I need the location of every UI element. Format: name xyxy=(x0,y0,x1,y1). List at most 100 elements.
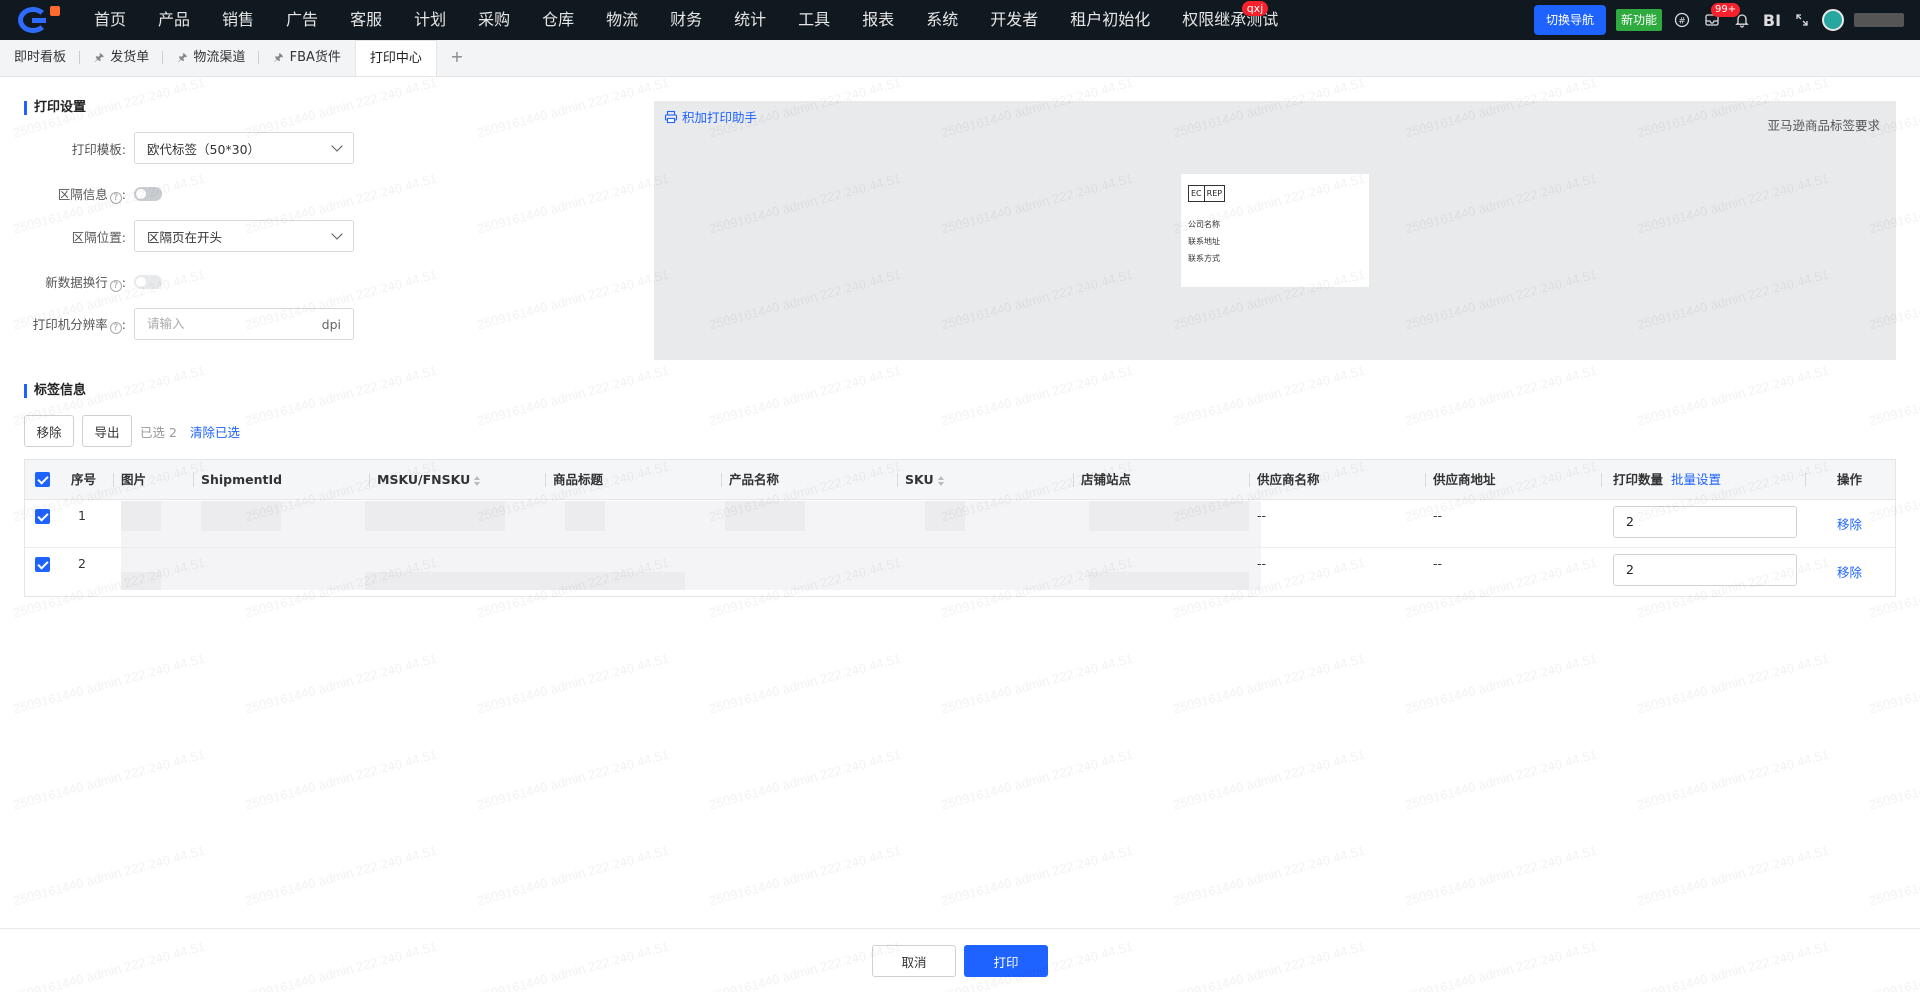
row-remove-link[interactable]: 移除 xyxy=(1837,514,1862,533)
pin-icon[interactable]: 🖈 xyxy=(177,40,187,76)
tab-print-center[interactable]: 打印中心 xyxy=(354,40,437,76)
label-preview-panel: 积加打印助手 亚马逊商品标签要求 EC REP 公司名称 联系地址 联系方式 xyxy=(654,101,1896,360)
separator-position-select[interactable]: 区隔页在开头 xyxy=(134,220,354,252)
row-remove-label: 移除 xyxy=(1837,517,1863,532)
nav-item-service[interactable]: 客服 xyxy=(334,0,398,40)
print-button[interactable]: 打印 xyxy=(964,945,1048,977)
help-icon[interactable]: ? xyxy=(109,280,122,292)
switch-nav-button[interactable]: 切换导航 xyxy=(1533,5,1606,35)
nav-item-home[interactable]: 首页 xyxy=(78,0,142,40)
nav-item-developer[interactable]: 开发者 xyxy=(974,0,1054,40)
sort-icon[interactable] xyxy=(474,475,481,486)
chevron-down-icon xyxy=(331,228,343,240)
pin-icon[interactable]: 🖈 xyxy=(94,40,104,76)
fullscreen-icon[interactable] xyxy=(1792,10,1812,30)
nav-item-system[interactable]: 系统 xyxy=(910,0,974,40)
dpi-input[interactable] xyxy=(147,317,297,331)
nav-item-permission-test[interactable]: 权限继承测试 qxj xyxy=(1166,0,1294,40)
watermark-text: 2509161440 admin 222.240.44.51 xyxy=(243,74,439,141)
export-button[interactable]: 导出 xyxy=(82,415,132,447)
tab-label: 打印中心 xyxy=(369,50,422,66)
nav-item-finance[interactable]: 财务 xyxy=(654,0,718,40)
template-select[interactable]: 欧代标签（50*30） xyxy=(134,132,354,164)
col-print-qty-label: 打印数量 xyxy=(1613,472,1664,487)
help-circle-icon[interactable]: # xyxy=(1672,10,1692,30)
watermark-text: 2509161440 admin 222.240.44.51 xyxy=(1403,746,1599,813)
col-msku-fnsku[interactable]: MSKU/FNSKU xyxy=(377,460,481,500)
nav-item-sales[interactable]: 销售 xyxy=(206,0,270,40)
pin-icon[interactable]: 🖈 xyxy=(273,40,283,76)
newline-label: 新数据换行 xyxy=(45,275,108,290)
label-preview-card: EC REP 公司名称 联系地址 联系方式 xyxy=(1181,174,1369,287)
message-icon[interactable]: 99+ xyxy=(1702,3,1741,30)
tab-shipment-order[interactable]: 🖈 发货单 xyxy=(80,39,164,76)
newline-toggle[interactable] xyxy=(134,275,162,289)
separator-info-toggle[interactable] xyxy=(134,187,162,201)
row-checkbox[interactable] xyxy=(35,557,50,572)
help-icon[interactable]: ? xyxy=(109,192,122,204)
amazon-label-requirements-link[interactable]: 亚马逊商品标签要求 xyxy=(1767,115,1880,134)
watermark-text: 2509161440 admin 222.240.44.51 xyxy=(939,362,1135,429)
tab-dashboard[interactable]: 即时看板 xyxy=(0,39,81,76)
separator-position-value: 区隔页在开头 xyxy=(147,229,223,245)
watermark-text: 2509161440 admin 222.240.44.51 xyxy=(707,362,903,429)
separator-position-label: 区隔位置: xyxy=(71,229,126,245)
watermark-text: 2509161440 admin 222.240.44.51 xyxy=(243,362,439,429)
sort-icon[interactable] xyxy=(937,475,944,486)
row-remove-link[interactable]: 移除 xyxy=(1837,562,1862,581)
colon: : xyxy=(121,275,126,290)
remove-button[interactable]: 移除 xyxy=(24,415,74,447)
dpi-row: 打印机分辨率?: dpi xyxy=(8,308,354,340)
col-image: 图片 xyxy=(121,472,147,487)
nav-item-products[interactable]: 产品 xyxy=(142,0,206,40)
nav-item-logistics[interactable]: 物流 xyxy=(590,0,654,40)
tab-fba-shipment[interactable]: 🖈 FBA货件 xyxy=(259,39,354,76)
label-info-title: 标签信息 xyxy=(24,383,86,399)
help-icon[interactable]: ? xyxy=(109,322,122,334)
watermark-text: 2509161440 admin 222.240.44.51 xyxy=(475,362,671,429)
batch-set-link[interactable]: 批量设置 xyxy=(1671,472,1721,487)
nav-item-ads[interactable]: 广告 xyxy=(270,0,334,40)
rep-text: REP xyxy=(1203,186,1224,201)
col-index: 序号 xyxy=(71,472,97,487)
user-name[interactable] xyxy=(1854,13,1904,27)
add-tab-button[interactable]: + xyxy=(437,39,477,76)
watermark-text: 2509161440 admin 222.240.44.51 xyxy=(11,746,207,813)
template-row: 打印模板: 欧代标签（50*30） xyxy=(8,132,354,164)
bell-icon[interactable] xyxy=(1732,10,1752,30)
select-all-checkbox[interactable] xyxy=(35,472,50,487)
nav-item-tenant-init[interactable]: 租户初始化 xyxy=(1054,0,1166,40)
new-feature-button[interactable]: 新功能 xyxy=(1615,9,1662,31)
selected-count: 已选 2 xyxy=(140,425,177,440)
nav-item-statistics[interactable]: 统计 xyxy=(718,0,782,40)
print-qty-input[interactable]: 2 xyxy=(1613,554,1797,586)
bi-button[interactable]: BI xyxy=(1762,10,1782,30)
nav-item-warehouse[interactable]: 仓库 xyxy=(526,0,590,40)
clear-selected-link[interactable]: 清除已选 xyxy=(190,422,240,441)
app-logo[interactable] xyxy=(18,6,62,34)
watermark-text: 2509161440 admin 222.240.44.51 xyxy=(475,650,671,717)
col-sku[interactable]: SKU xyxy=(905,460,944,500)
nav-item-tools[interactable]: 工具 xyxy=(782,0,846,40)
cancel-button[interactable]: 取消 xyxy=(872,945,956,977)
watermark-text: 2509161440 admin 222.240.44.51 xyxy=(1635,746,1831,813)
nav-item-purchase[interactable]: 采购 xyxy=(462,0,526,40)
watermark-text: 2509161440 admin 222.240.44.51 xyxy=(243,842,439,909)
separator-info-label-wrap: 区隔信息?: xyxy=(8,184,134,204)
user-avatar[interactable] xyxy=(1822,9,1844,31)
print-qty-input[interactable]: 2 xyxy=(1613,506,1797,538)
tab-logistics-channel[interactable]: 🖈 物流渠道 xyxy=(163,39,260,76)
col-sku-label: SKU xyxy=(905,472,934,487)
row-checkbox[interactable] xyxy=(35,509,50,524)
watermark-text: 2509161440 admin 222.240.44.51 xyxy=(243,650,439,717)
dpi-suffix: dpi xyxy=(321,316,341,332)
colon: : xyxy=(121,317,126,332)
tab-label: 即时看板 xyxy=(14,49,67,65)
print-helper-link[interactable]: 积加打印助手 xyxy=(664,107,757,126)
tab-label: FBA货件 xyxy=(289,49,341,65)
print-helper-label: 积加打印助手 xyxy=(682,110,758,125)
nav-item-reports[interactable]: 报表 xyxy=(846,0,910,40)
nav-item-plan[interactable]: 计划 xyxy=(398,0,462,40)
address-line: 联系地址 xyxy=(1188,237,1220,246)
template-value: 欧代标签（50*30） xyxy=(147,141,261,157)
